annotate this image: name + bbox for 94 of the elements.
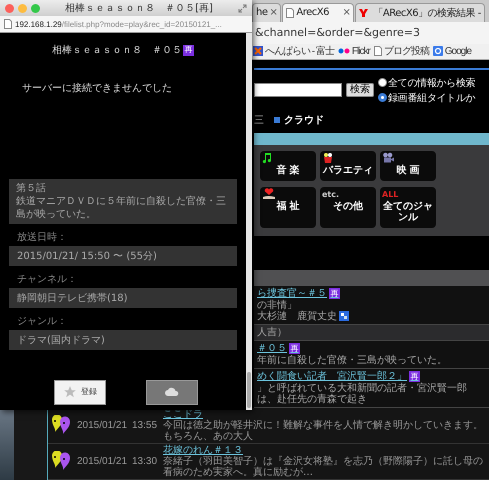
program-title[interactable]: めく闘食い記者 宮沢賢一郎２」 再 [257,370,486,383]
bookmark[interactable]: ブログ投稿 [374,44,429,58]
rerun-badge: 再 [183,44,194,56]
program-text: 」と呼ばれている大和新聞の記者・宮沢賢一郎は、赴任先の青森で起き [257,382,468,405]
field-value: 2015/01/21/ 15:50 〜 (55分) [9,246,237,266]
time-cell: 13:30 [132,456,158,467]
close-icon[interactable]: × [342,7,350,18]
program-text: 奈緒子（羽田美智子）は『金沢女将塾』を志乃（野際陽子）に託し母の看病のため実家へ。真に励むが… [163,456,484,478]
tab-label: ArecX6 [296,7,329,18]
genre-label: 福 祉 [276,200,300,212]
field-value: 静岡朝日テレビ携帯(18) [9,288,237,308]
heading-text: 相棒ｓｅａｓｏｎ８ ＃０５ [52,44,182,57]
program-text: 今回は徳之助が軽井沢に！難解な事件を人情で解き明かしていきます。もちろん、あの大人 [163,420,484,442]
browser-tab[interactable]: he × [252,2,282,22]
bookmark[interactable]: へんぱらい - 富士 [253,44,334,58]
bookmark-label: Google [444,46,472,57]
genre-mark: ALL [382,188,398,200]
bookmark-label: Flickr [352,46,370,57]
tab-label: he [256,7,268,18]
close-icon[interactable] [5,4,14,12]
rerun-badge: 再 [289,343,300,354]
window-title: 相棒ｓｅａｓｏｎ８ ＃０５[再] [64,2,214,15]
movie-camera-icon [382,152,394,164]
title-text: ＃０５ [257,342,287,355]
field-label: ジャンル： [17,315,68,328]
browser-tab[interactable]: ArecX6 × [282,2,354,22]
title-text: ら捜査官～＃５ [257,288,327,300]
browser-tab[interactable]: 「ARecX6」の検索結果 - [355,2,485,22]
radio-button[interactable] [378,78,387,88]
program-title[interactable]: ＃０５ 再 [257,342,486,355]
mascot-icon [50,415,72,436]
genre-tile[interactable]: ALL 全てのジャンル [380,186,436,228]
time-cell: 13:55 [132,420,158,431]
bookmark-label: ブログ投稿 [384,44,429,58]
genre-tile[interactable]: バラエティ [320,150,376,181]
program-title[interactable]: ら捜査官～＃５ 再 [257,288,486,300]
logo-icon [432,46,443,56]
register-button[interactable]: 登録 [54,380,106,405]
genre-label: 映 画 [396,164,420,176]
square-logo-icon [253,46,263,56]
document-icon [286,8,294,18]
mascot-icon [50,451,72,472]
nav-link[interactable]: クラウド [274,112,324,127]
tab-label: 「ARecX6」の検索結果 - [373,6,481,20]
search-field[interactable] [254,83,342,98]
field-value: ドラマ(国内ドラマ) [9,330,237,350]
title-text: めく闘食い記者 宮沢賢一郎２」 [257,370,407,382]
genre-label: 全てのジャンル [382,200,434,223]
program-title[interactable]: 花嫁のれん＃１３ [163,444,487,456]
program-title[interactable]: ここドラ [163,408,487,420]
field-label: 放送日時： [17,230,68,244]
genre-tile[interactable]: 映 画 [380,150,436,181]
music-note-icon [262,152,272,164]
nav-fragment: 三 [254,114,264,127]
program-text: 人吉） [257,326,287,338]
two-dots-icon [338,48,350,54]
bookmark[interactable]: Google [432,46,472,57]
genre-label: その他 [333,200,363,212]
close-icon[interactable]: × [270,7,278,18]
zoom-icon[interactable] [31,4,40,12]
genre-tile[interactable]: 福 祉 [260,186,316,228]
program-text: の非情」 [257,300,297,311]
genre-tile[interactable]: 音 楽 [260,150,316,181]
square-icon [274,116,280,123]
search-button[interactable]: 検索 [346,83,374,98]
genre-label: 音 楽 [276,164,300,176]
radio-button[interactable] [378,93,387,102]
cast-text: 大杉漣 鹿賀丈史 [257,310,337,322]
heart-hand-icon [262,188,276,200]
fullscreen-icon[interactable] [238,4,247,12]
star-icon [63,384,77,398]
field-label: チャンネル： [17,273,78,286]
genre-tile[interactable]: etc. その他 [320,186,376,228]
program-text: 年前に自殺した官僚・三島が映っていた。 [257,354,447,366]
episode-text: 第５話 [16,182,47,195]
rerun-badge: 再 [329,288,340,300]
document-icon [374,46,382,56]
date-cell: 2015/01/21 [77,420,127,431]
radio-label: 全ての情報から検索 [388,76,476,90]
bookmark-label: へんぱらい - 富士 [265,44,334,58]
popcorn-icon [322,152,334,164]
cloud-button[interactable] [146,380,198,405]
synopsis-text: 鉄道マニアＤＶＤに５年前に自殺した官僚・三島が映っていた。 [16,195,227,221]
document-icon [4,19,12,29]
radio-label: 録画番組タイトルか [388,92,476,105]
caption-icon [339,311,349,322]
genre-label: バラエティ [323,164,373,176]
error-message: サーバーに接続できませんでした [22,82,173,95]
genre-mark: etc. [322,188,340,200]
cloud-icon [164,386,180,396]
scrollbar[interactable] [246,33,252,410]
bookmark[interactable]: Flickr [338,46,370,57]
rerun-badge: 再 [409,371,420,382]
date-cell: 2015/01/21 [77,456,127,467]
